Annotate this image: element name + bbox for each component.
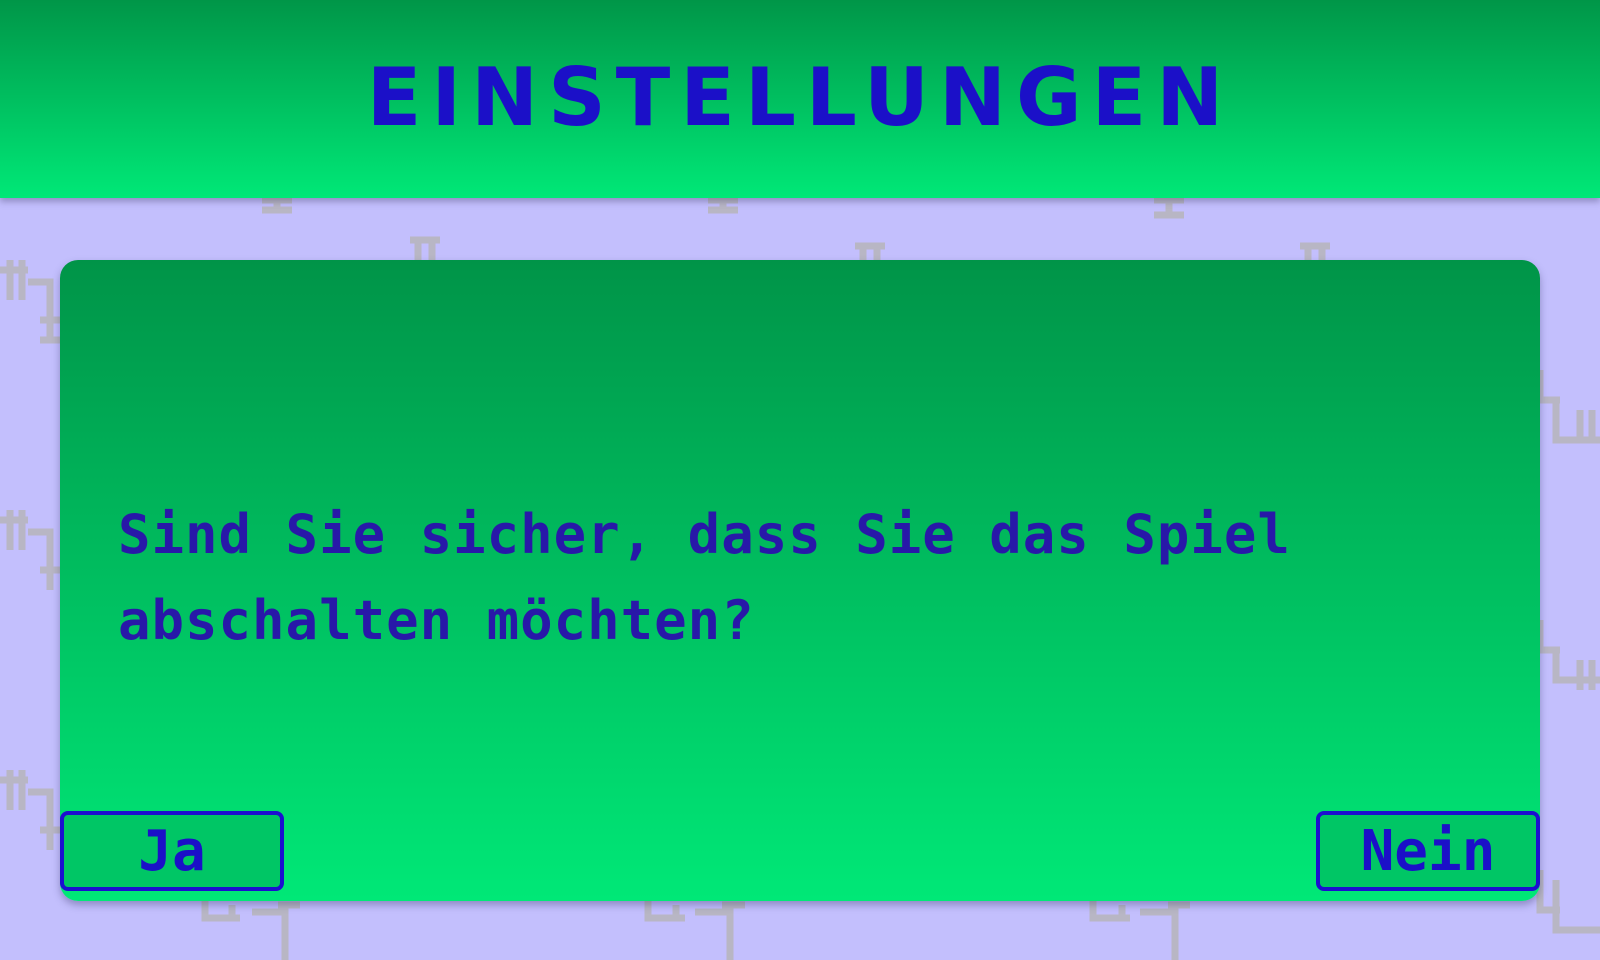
dialog-message: Sind Sie sicher, dass Sie das Spiel absc… [118,503,1291,652]
no-button[interactable]: Nein [1316,811,1540,891]
page-title: EINSTELLUNGEN [366,51,1234,144]
header-bar: EINSTELLUNGEN [0,0,1600,198]
confirm-dialog: Sind Sie sicher, dass Sie das Spiel absc… [60,260,1540,901]
yes-button[interactable]: Ja [60,811,284,891]
